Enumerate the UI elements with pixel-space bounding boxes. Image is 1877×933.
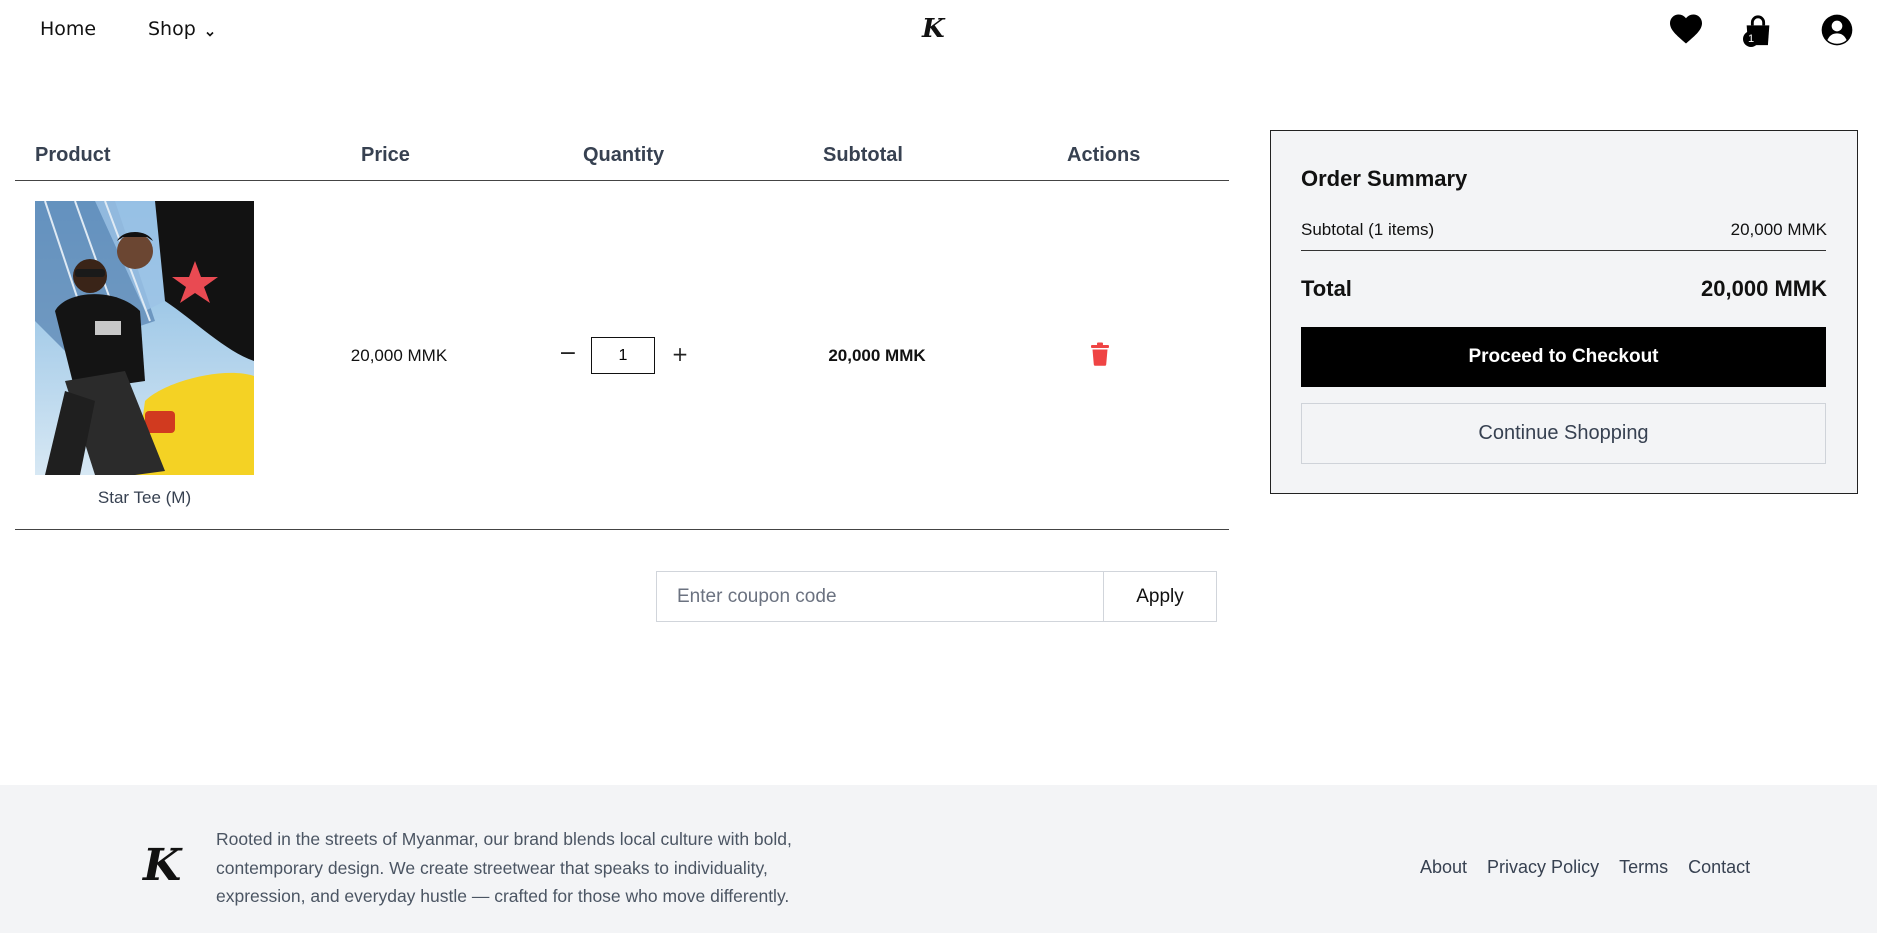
summary-divider <box>1301 250 1826 251</box>
column-header-product: Product <box>35 144 111 166</box>
footer-link-contact[interactable]: Contact <box>1688 857 1750 878</box>
column-header-price: Price <box>361 144 410 166</box>
footer-logo[interactable]: K <box>143 840 181 891</box>
site-footer: K Rooted in the streets of Myanmar, our … <box>0 785 1877 933</box>
column-header-actions: Actions <box>1067 144 1141 166</box>
footer-link-privacy-policy[interactable]: Privacy Policy <box>1487 857 1599 878</box>
apply-coupon-button[interactable]: Apply <box>1104 572 1216 621</box>
cart-table-header: Product Price Quantity Subtotal Actions <box>15 140 1229 181</box>
footer-link-about[interactable]: About <box>1420 857 1467 878</box>
total-value: 20,000 MMK <box>1701 276 1827 301</box>
subtotal-value: 20,000 MMK <box>1730 220 1827 239</box>
item-subtotal: 20,000 MMK <box>828 346 926 365</box>
cart-count-badge: 1 <box>1743 31 1759 47</box>
user-circle-icon[interactable] <box>1821 14 1853 46</box>
continue-shopping-button[interactable]: Continue Shopping <box>1301 403 1826 464</box>
coupon-form: Apply <box>656 571 1217 622</box>
nav-home-link[interactable]: Home <box>40 18 96 40</box>
product-image[interactable] <box>35 201 254 475</box>
trash-icon[interactable] <box>1089 342 1111 366</box>
proceed-to-checkout-button[interactable]: Proceed to Checkout <box>1301 327 1826 387</box>
footer-link-terms[interactable]: Terms <box>1619 857 1668 878</box>
quantity-input[interactable] <box>591 337 655 374</box>
quantity-decrease-button[interactable]: − <box>553 339 583 369</box>
nav-shop-label: Shop <box>148 18 196 40</box>
subtotal-label: Subtotal (1 items) <box>1301 220 1435 239</box>
total-label: Total <box>1301 276 1352 301</box>
column-header-quantity: Quantity <box>583 144 665 166</box>
footer-links: About Privacy Policy Terms Contact <box>1420 857 1750 878</box>
item-price: 20,000 MMK <box>350 346 448 365</box>
chevron-down-icon <box>204 23 216 37</box>
heart-icon[interactable] <box>1668 13 1704 45</box>
footer-description: Rooted in the streets of Myanmar, our br… <box>216 829 792 906</box>
order-summary-title: Order Summary <box>1301 166 1468 191</box>
coupon-code-input[interactable] <box>657 572 1104 621</box>
site-header: Home Shop K 1 <box>0 0 1877 60</box>
product-name[interactable]: Star Tee (M) <box>15 488 274 508</box>
brand-logo[interactable]: K <box>922 14 945 44</box>
order-summary-panel: Order Summary Subtotal (1 items) 20,000 … <box>1270 130 1858 494</box>
quantity-increase-button[interactable]: + <box>665 339 695 369</box>
column-header-subtotal: Subtotal <box>823 144 903 166</box>
cart-item-row: Star Tee (M) 20,000 MMK − + 20,000 MMK <box>15 181 1229 530</box>
nav-shop-dropdown[interactable]: Shop <box>148 18 216 40</box>
